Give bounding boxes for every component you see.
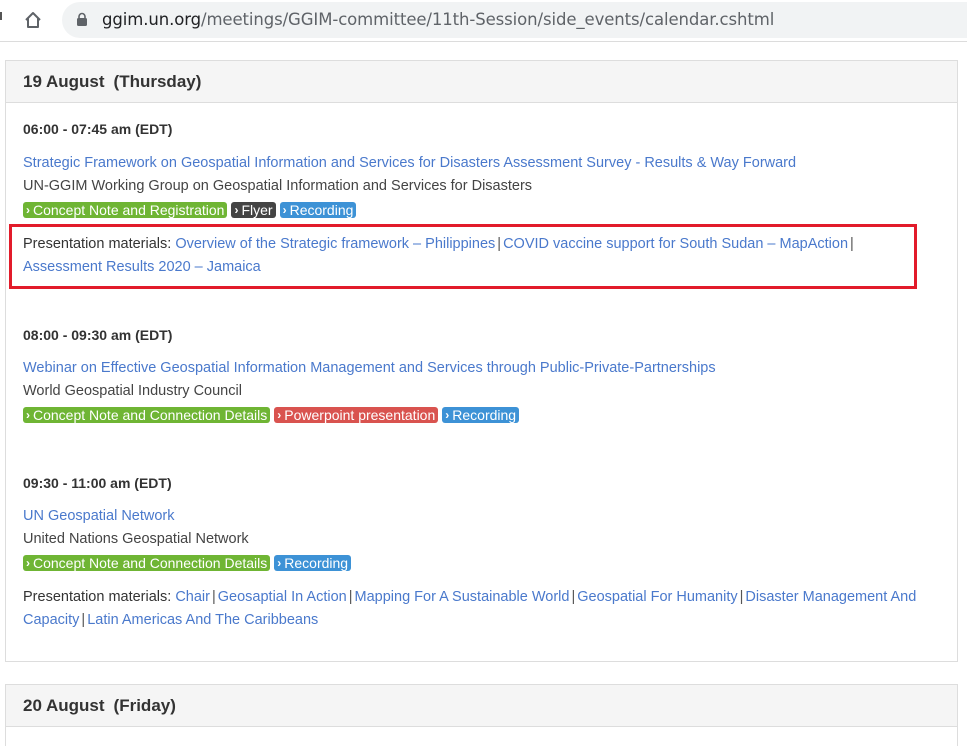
tag-label: Concept Note and Connection Details — [33, 407, 268, 423]
event-time: 08:00 - 09:30 am (EDT) — [23, 327, 173, 343]
chevron-right-icon: › — [277, 408, 282, 422]
event-tags: › Concept Note and Connection Details › Re… — [23, 555, 352, 571]
lock-icon — [77, 12, 87, 26]
event-tags: › Concept Note and Registration › Flyer › R… — [23, 202, 357, 218]
presentation-materials: Presentation materials: Overview of the … — [23, 233, 948, 279]
material-link[interactable]: Overview of the Strategic framework – Ph… — [175, 236, 495, 252]
address-bar[interactable]: ggim.un.org/meetings/GGIM-committee/11th… — [62, 2, 967, 38]
url-path: /meetings/GGIM-committee/11th-Session/si… — [200, 10, 775, 29]
event-title-link[interactable]: Strategic Framework on Geospatial Inform… — [23, 155, 796, 171]
day-panel-20-august: 20 August (Friday) — [5, 684, 958, 746]
day-date: 20 August — [23, 696, 105, 715]
home-icon — [25, 12, 41, 28]
event-time: 09:30 - 11:00 am (EDT) — [23, 475, 172, 491]
chevron-right-icon: › — [277, 556, 282, 570]
home-button[interactable] — [21, 8, 45, 32]
event-time: 06:00 - 07:45 am (EDT) — [23, 121, 173, 137]
tag-label: Flyer — [241, 202, 273, 218]
day-date: 19 August — [23, 72, 105, 91]
url-text: ggim.un.org/meetings/GGIM-committee/11th… — [102, 10, 774, 29]
material-link[interactable]: Latin Americas And The Caribbeans — [87, 612, 318, 628]
day-weekday: (Friday) — [113, 696, 176, 715]
concept-note-connection-button[interactable]: › Concept Note and Connection Details — [23, 555, 271, 571]
url-host: ggim.un.org — [102, 10, 201, 29]
material-link[interactable]: Geosaptial In Action — [218, 589, 347, 605]
presentation-materials: Presentation materials: Chair | Geosaptial… — [23, 586, 948, 632]
day-panel-19-august: 19 August (Thursday) 06:00 - 07:45 am (ED… — [5, 60, 958, 662]
chevron-right-icon: › — [26, 203, 30, 217]
separator: | — [211, 589, 216, 605]
separator: | — [850, 236, 854, 252]
event-organizer: United Nations Geospatial Network — [23, 531, 249, 547]
tag-label: Concept Note and Connection Details — [33, 555, 268, 571]
materials-label: Presentation materials: — [23, 236, 172, 252]
material-link[interactable]: Chair — [175, 589, 210, 605]
event-organizer: UN-GGIM Working Group on Geospatial Info… — [23, 178, 533, 194]
powerpoint-button[interactable]: › Powerpoint presentation — [274, 407, 439, 423]
material-link[interactable]: COVID vaccine support for South Sudan – … — [503, 236, 848, 252]
window-edge — [0, 12, 2, 20]
tag-label: Powerpoint presentation — [284, 407, 436, 423]
tag-label: Recording — [452, 407, 517, 423]
material-link[interactable]: Assessment Results 2020 – Jamaica — [23, 259, 261, 275]
day-heading: 19 August (Thursday) — [6, 61, 957, 103]
separator: | — [348, 589, 353, 605]
chevron-right-icon: › — [282, 203, 287, 217]
concept-note-registration-button[interactable]: › Concept Note and Registration — [23, 202, 228, 218]
material-link[interactable]: Geospatial For Humanity — [577, 589, 737, 605]
event-organizer: World Geospatial Industry Council — [23, 383, 242, 399]
flyer-button[interactable]: › Flyer — [231, 202, 276, 218]
separator: | — [497, 236, 502, 252]
recording-button[interactable]: › Recording — [279, 202, 357, 218]
chevron-right-icon: › — [445, 408, 450, 422]
event-tags: › Concept Note and Connection Details › Po… — [23, 407, 520, 423]
recording-button[interactable]: › Recording — [274, 555, 352, 571]
day-heading: 20 August (Friday) — [6, 685, 957, 727]
chevron-right-icon: › — [26, 556, 30, 570]
browser-toolbar: ggim.un.org/meetings/GGIM-committee/11th… — [0, 0, 967, 42]
material-link[interactable]: Mapping For A Sustainable World — [355, 589, 570, 605]
tag-label: Recording — [289, 202, 354, 218]
tag-label: Recording — [284, 555, 349, 571]
day-weekday: (Thursday) — [113, 72, 202, 91]
tag-label: Concept Note and Registration — [33, 202, 225, 218]
recording-button[interactable]: › Recording — [442, 407, 520, 423]
materials-label: Presentation materials: — [23, 589, 172, 605]
chevron-right-icon: › — [234, 203, 239, 217]
chevron-right-icon: › — [26, 408, 30, 422]
event-title-link[interactable]: Webinar on Effective Geospatial Informat… — [23, 360, 716, 376]
concept-note-connection-button[interactable]: › Concept Note and Connection Details — [23, 407, 271, 423]
event-title-link[interactable]: UN Geospatial Network — [23, 508, 175, 524]
